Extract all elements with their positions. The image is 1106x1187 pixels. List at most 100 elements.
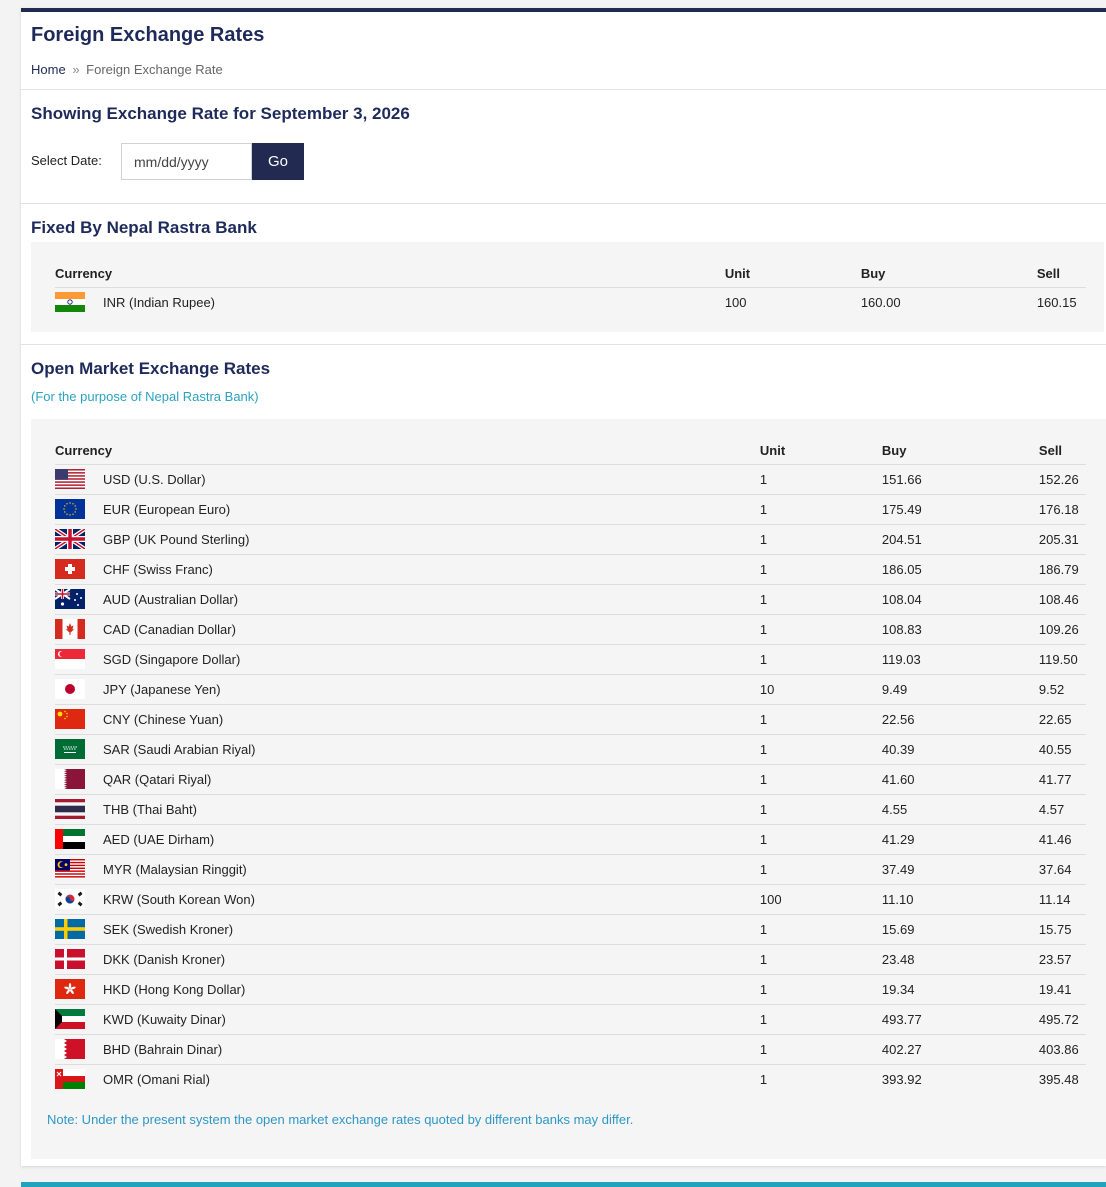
column-header-unit: Unit	[759, 434, 882, 465]
column-header-sell: Sell	[1038, 434, 1086, 465]
buy-rate-cell: 41.29	[881, 824, 1039, 855]
buy-rate-cell: 493.77	[881, 1004, 1039, 1035]
sell-rate-cell: 11.14	[1038, 884, 1086, 915]
sell-rate-cell: 109.26	[1038, 614, 1086, 645]
divider	[21, 89, 1106, 90]
unit-cell: 1	[759, 464, 882, 495]
column-header-currency: Currency	[55, 434, 760, 465]
currency-cell: HKD (Hong Kong Dollar)	[103, 974, 760, 1005]
buy-rate-cell: 186.05	[881, 554, 1039, 585]
go-button[interactable]: Go	[252, 143, 304, 180]
flag-cell	[55, 974, 103, 1005]
breadcrumb-home-link[interactable]: Home	[31, 62, 66, 77]
unit-cell: 1	[759, 1004, 882, 1035]
gb-flag-icon	[55, 529, 85, 549]
au-flag-icon	[55, 589, 85, 609]
buy-rate-cell: 402.27	[881, 1034, 1039, 1065]
sell-rate-cell: 41.77	[1038, 764, 1086, 795]
bh-flag-icon	[55, 1039, 85, 1059]
currency-cell: OMR (Omani Rial)	[103, 1071, 210, 1087]
currency-cell: EUR (European Euro)	[103, 494, 760, 525]
unit-cell: 1	[759, 974, 882, 1005]
currency-cell: THB (Thai Baht)	[103, 794, 760, 825]
flag-cell	[55, 824, 103, 855]
currency-cell: SEK (Swedish Kroner)	[103, 914, 760, 945]
buy-rate-cell: 11.10	[881, 884, 1039, 915]
currency-cell: INR (Indian Rupee)	[103, 294, 215, 310]
divider	[21, 203, 1106, 204]
unit-cell: 1	[759, 704, 882, 735]
flag-cell	[55, 644, 103, 675]
column-header-buy: Buy	[860, 257, 1037, 288]
breadcrumb-current: Foreign Exchange Rate	[86, 62, 223, 77]
table-row: SGD (Singapore Dollar) 1 119.03 119.50	[55, 644, 1086, 675]
fixed-rates-table: Currency Unit Buy Sell INR (Indian Rupee…	[55, 257, 1086, 317]
currency-cell: DKK (Danish Kroner)	[103, 944, 760, 975]
currency-cell: QAR (Qatari Riyal)	[103, 764, 760, 795]
buy-rate-cell: 175.49	[881, 494, 1039, 525]
table-row: BHD (Bahrain Dinar) 1 402.27 403.86	[55, 1034, 1086, 1065]
table-row: CAD (Canadian Dollar) 1 108.83 109.26	[55, 614, 1086, 645]
sell-rate-cell: 40.55	[1038, 734, 1086, 765]
unit-cell: 100	[724, 294, 747, 310]
dk-flag-icon	[55, 949, 85, 969]
flag-cell	[55, 944, 103, 975]
flag-cell	[55, 674, 103, 705]
flag-cell	[55, 734, 103, 765]
unit-cell: 100	[759, 884, 882, 915]
divider	[21, 344, 1106, 345]
in-flag-icon	[55, 292, 85, 313]
currency-cell: JPY (Japanese Yen)	[103, 674, 760, 705]
unit-cell: 1	[759, 764, 882, 795]
unit-cell: 10	[759, 674, 882, 705]
table-row: CNY (Chinese Yuan) 1 22.56 22.65	[55, 704, 1086, 735]
sell-rate-cell: 495.72	[1038, 1004, 1086, 1035]
flag-cell	[55, 764, 103, 795]
buy-rate-cell: 160.00	[860, 294, 901, 310]
eu-flag-icon	[55, 499, 85, 519]
flag-cell	[55, 1064, 103, 1094]
ch-flag-icon	[55, 559, 85, 579]
jp-flag-icon	[55, 679, 85, 699]
flag-cell	[55, 287, 103, 317]
currency-cell: BHD (Bahrain Dinar)	[103, 1034, 760, 1065]
breadcrumb-separator: »	[72, 62, 80, 77]
unit-cell: 1	[759, 614, 882, 645]
column-header-buy: Buy	[881, 434, 1039, 465]
flag-cell	[55, 614, 103, 645]
currency-cell: MYR (Malaysian Ringgit)	[103, 854, 760, 885]
fixed-rates-box: Currency Unit Buy Sell INR (Indian Rupee…	[31, 242, 1104, 332]
buy-rate-cell: 204.51	[881, 524, 1039, 555]
unit-cell: 1	[759, 1034, 882, 1065]
unit-cell: 1	[759, 524, 882, 555]
table-row: HKD (Hong Kong Dollar) 1 19.34 19.41	[55, 974, 1086, 1005]
sell-rate-cell: 37.64	[1038, 854, 1086, 885]
page-title: Foreign Exchange Rates	[31, 24, 265, 46]
buy-rate-cell: 19.34	[881, 974, 1039, 1005]
sa-flag-icon	[55, 739, 85, 759]
sell-rate-cell: 160.15	[1036, 294, 1077, 310]
sell-rate-cell: 9.52	[1038, 674, 1086, 705]
select-date-label: Select Date:	[31, 153, 102, 168]
table-row: JPY (Japanese Yen) 10 9.49 9.52	[55, 674, 1086, 705]
open-market-note: Note: Under the present system the open …	[47, 1112, 634, 1127]
sell-rate-cell: 4.57	[1038, 794, 1086, 825]
table-row: AUD (Australian Dollar) 1 108.04 108.46	[55, 584, 1086, 615]
flag-cell	[55, 1034, 103, 1065]
buy-rate-cell: 37.49	[881, 854, 1039, 885]
sell-rate-cell: 205.31	[1038, 524, 1086, 555]
showing-date-heading: Showing Exchange Rate for September 3, 2…	[31, 104, 410, 123]
flag-cell	[55, 884, 103, 915]
table-row: CHF (Swiss Franc) 1 186.05 186.79	[55, 554, 1086, 585]
buy-rate-cell: 9.49	[881, 674, 1039, 705]
buy-rate-cell: 4.55	[881, 794, 1039, 825]
th-flag-icon	[55, 799, 85, 819]
footer-accent-bar	[21, 1182, 1106, 1187]
us-flag-icon	[55, 469, 85, 489]
table-row: KWD (Kuwaity Dinar) 1 493.77 495.72	[55, 1004, 1086, 1035]
se-flag-icon	[55, 919, 85, 939]
table-row: USD (U.S. Dollar) 1 151.66 152.26	[55, 464, 1086, 495]
currency-cell: SGD (Singapore Dollar)	[103, 644, 760, 675]
date-input[interactable]	[121, 143, 252, 180]
table-row: OMR (Omani Rial) 1 393.92 395.48	[55, 1064, 1086, 1094]
